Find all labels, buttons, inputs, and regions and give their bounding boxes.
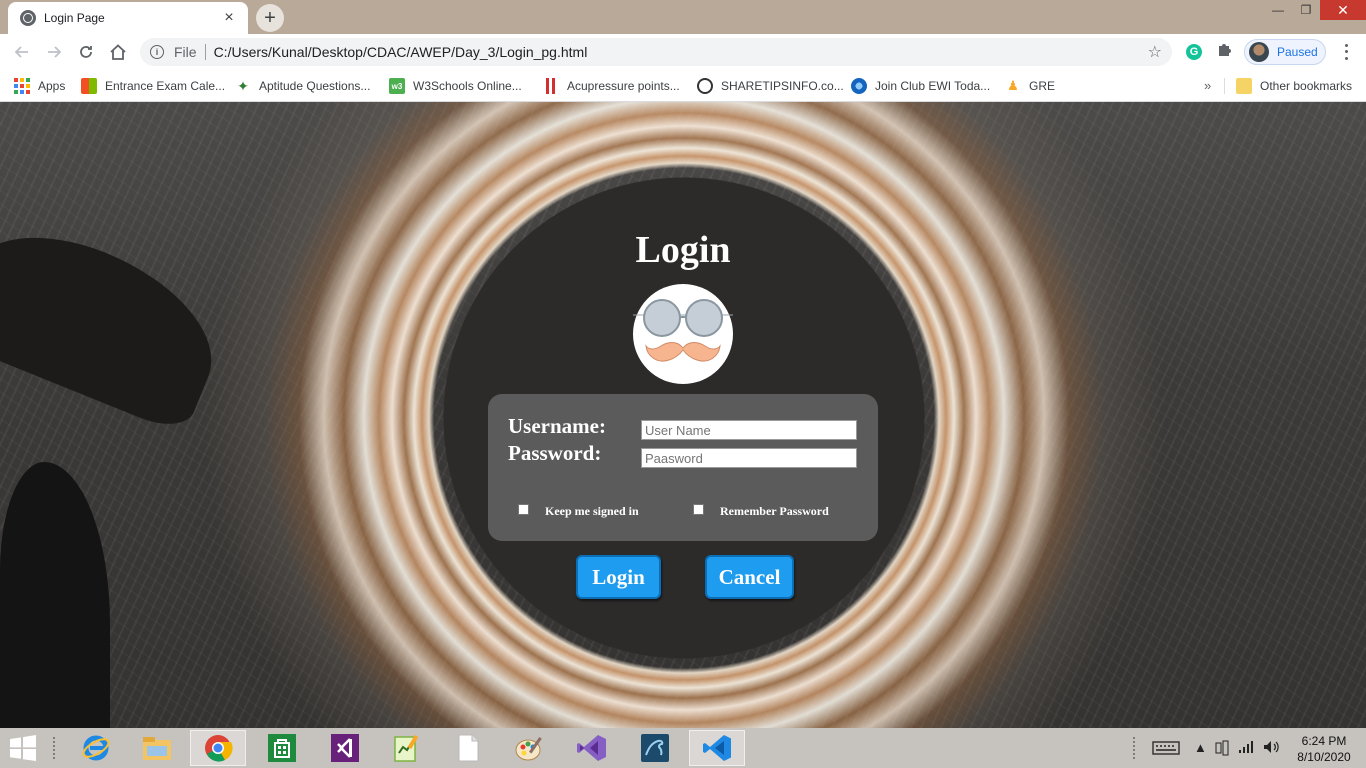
remember-password-checkbox[interactable]: Remember Password bbox=[693, 500, 829, 519]
umbrella-silhouette bbox=[0, 208, 237, 436]
minimize-button[interactable]: — bbox=[1264, 0, 1292, 20]
visual-studio-purple-icon[interactable] bbox=[564, 730, 620, 766]
bookmark-aptitude[interactable]: ✦ Aptitude Questions... bbox=[235, 76, 370, 96]
profile-button[interactable]: Paused bbox=[1244, 39, 1326, 65]
palm-tree-icon: ✦ bbox=[237, 77, 249, 94]
clock-date: 8/10/2020 bbox=[1297, 750, 1351, 764]
bookmark-label: Aptitude Questions... bbox=[259, 79, 371, 93]
bookmark-label: W3Schools Online... bbox=[413, 79, 522, 93]
tray-expand-icon[interactable]: ▲ bbox=[1194, 740, 1207, 755]
bookmark-label: SHARETIPSINFO.co... bbox=[721, 79, 844, 93]
paint-icon[interactable] bbox=[501, 730, 557, 766]
device-icon[interactable] bbox=[1214, 740, 1230, 759]
bookmarks-overflow-icon[interactable]: » bbox=[1204, 78, 1211, 93]
bookmark-label: GRE bbox=[1029, 79, 1056, 93]
bookmark-acupressure[interactable]: Acupressure points... bbox=[543, 76, 680, 96]
close-window-button[interactable]: ✕ bbox=[1320, 0, 1366, 20]
username-input[interactable] bbox=[641, 420, 857, 440]
keep-signed-in-label: Keep me signed in bbox=[545, 504, 639, 518]
forward-arrow-icon[interactable] bbox=[42, 40, 66, 64]
password-input[interactable] bbox=[641, 448, 857, 468]
more-menu-icon[interactable] bbox=[1338, 42, 1354, 62]
address-bar[interactable]: i File C:/Users/Kunal/Desktop/CDAC/AWEP/… bbox=[140, 38, 1172, 66]
windows-start-icon[interactable] bbox=[8, 734, 40, 762]
new-tab-button[interactable]: + bbox=[256, 4, 284, 32]
maximize-button[interactable]: ❐ bbox=[1292, 0, 1320, 20]
volume-icon[interactable] bbox=[1263, 740, 1281, 757]
remember-password-label: Remember Password bbox=[720, 504, 829, 518]
store-icon[interactable] bbox=[254, 730, 310, 766]
system-clock[interactable]: 6:24 PM 8/10/2020 bbox=[1290, 733, 1358, 765]
username-label: Username: bbox=[508, 414, 606, 438]
login-button[interactable]: Login bbox=[576, 555, 661, 599]
keyboard-icon[interactable] bbox=[1152, 741, 1180, 758]
swirl-icon bbox=[697, 78, 713, 94]
tab-close-icon[interactable]: × bbox=[220, 9, 238, 27]
page-background: Login Username: Password: Keep me signed… bbox=[0, 102, 1366, 728]
bookmark-gre[interactable]: ♟ GRE bbox=[1005, 76, 1055, 96]
info-icon[interactable]: i bbox=[150, 45, 164, 59]
bookmark-label: Join Club EWI Toda... bbox=[875, 79, 991, 93]
bookmark-sharetips[interactable]: SHARETIPSINFO.co... bbox=[697, 76, 844, 96]
home-icon[interactable] bbox=[106, 40, 130, 64]
red-bars-icon bbox=[543, 78, 559, 94]
keep-signed-in-checkbox[interactable]: Keep me signed in bbox=[518, 500, 639, 519]
folder-icon bbox=[1236, 78, 1252, 94]
windows-tiles-icon bbox=[81, 78, 97, 94]
taskbar: ▲ 6:24 PM 8/10/2020 bbox=[0, 728, 1366, 768]
bookmark-club-ewi[interactable]: Join Club EWI Toda... bbox=[851, 76, 990, 96]
globe-icon bbox=[20, 10, 36, 26]
taskbar-grip[interactable] bbox=[52, 736, 56, 760]
bookmark-label: Other bookmarks bbox=[1260, 79, 1353, 93]
url-text[interactable]: C:/Users/Kunal/Desktop/CDAC/AWEP/Day_3/L… bbox=[214, 44, 1148, 60]
grammarly-icon[interactable]: G bbox=[1186, 44, 1202, 60]
mustache-avatar-icon bbox=[633, 284, 733, 384]
vscode-icon[interactable] bbox=[689, 730, 745, 766]
bookmarks-divider bbox=[1224, 78, 1225, 94]
scheme-label: File bbox=[174, 44, 197, 60]
password-label: Password: bbox=[508, 441, 602, 465]
person-silhouette bbox=[0, 462, 110, 728]
avatar bbox=[1249, 42, 1269, 62]
browser-toolbar: i File C:/Users/Kunal/Desktop/CDAC/AWEP/… bbox=[0, 34, 1366, 70]
profile-status: Paused bbox=[1277, 45, 1318, 59]
clock-time: 6:24 PM bbox=[1301, 734, 1347, 748]
apps-grid-icon bbox=[14, 78, 30, 94]
bookmark-label: Apps bbox=[38, 79, 66, 93]
bookmark-apps[interactable]: Apps bbox=[14, 76, 65, 96]
bookmark-other[interactable]: Other bookmarks bbox=[1236, 76, 1352, 96]
cancel-button[interactable]: Cancel bbox=[705, 555, 794, 599]
extensions-puzzle-icon[interactable] bbox=[1216, 42, 1232, 63]
browser-tab[interactable]: Login Page × bbox=[8, 2, 248, 34]
reload-icon[interactable] bbox=[74, 40, 98, 64]
chrome-icon[interactable] bbox=[190, 730, 246, 766]
tab-title: Login Page bbox=[44, 11, 105, 25]
mysql-workbench-icon[interactable] bbox=[627, 730, 683, 766]
internet-explorer-icon[interactable] bbox=[68, 730, 124, 766]
file-explorer-icon[interactable] bbox=[129, 730, 185, 766]
globe-icon bbox=[851, 78, 867, 94]
bookmark-w3schools[interactable]: w3 W3Schools Online... bbox=[389, 76, 522, 96]
signal-icon[interactable] bbox=[1238, 740, 1256, 757]
bookmark-entrance-exam[interactable]: Entrance Exam Cale... bbox=[81, 76, 225, 96]
bookmark-star-icon[interactable]: ☆ bbox=[1148, 42, 1162, 62]
login-form: Username: Password: Keep me signed in Re… bbox=[488, 394, 878, 541]
notepad-plus-icon[interactable] bbox=[378, 730, 434, 766]
bookmark-label: Acupressure points... bbox=[567, 79, 680, 93]
omnibox-separator bbox=[204, 44, 206, 60]
page-title: Login bbox=[635, 229, 731, 271]
window-controls: — ❐ ✕ bbox=[1264, 0, 1366, 22]
checkbox-box[interactable] bbox=[518, 504, 529, 515]
visual-studio-icon[interactable] bbox=[317, 730, 373, 766]
back-arrow-icon[interactable] bbox=[10, 40, 34, 64]
bookmarks-bar: Apps Entrance Exam Cale... ✦ Aptitude Qu… bbox=[0, 70, 1366, 102]
blank-file-icon[interactable] bbox=[440, 730, 496, 766]
bookmark-label: Entrance Exam Cale... bbox=[105, 79, 226, 93]
w3schools-icon: w3 bbox=[389, 78, 405, 94]
person-icon: ♟ bbox=[1007, 78, 1019, 93]
checkbox-box[interactable] bbox=[693, 504, 704, 515]
tab-strip: Login Page × + — ❐ ✕ bbox=[0, 0, 1366, 34]
taskbar-grip[interactable] bbox=[1132, 736, 1136, 760]
